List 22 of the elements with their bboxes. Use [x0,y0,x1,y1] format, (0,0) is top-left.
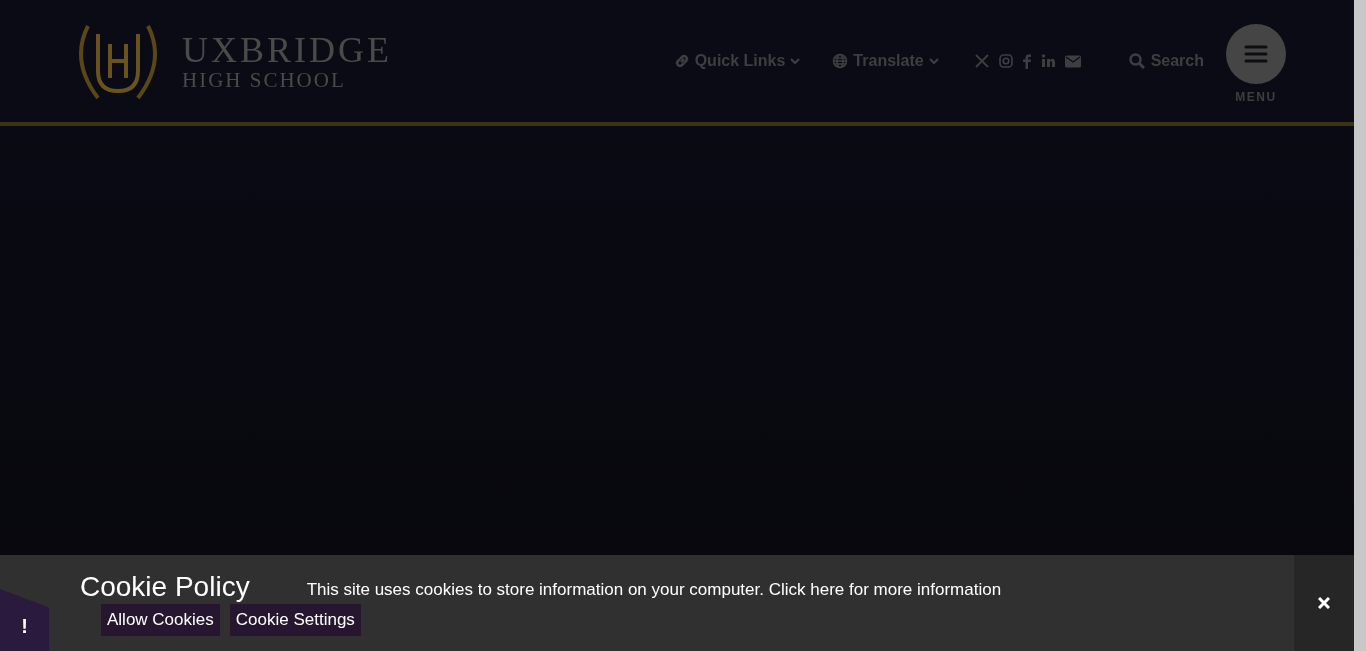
x-icon[interactable] [974,54,989,68]
envelope-icon[interactable] [1064,54,1081,68]
close-button[interactable] [1294,555,1354,651]
facebook-icon[interactable] [1022,53,1031,69]
notice-badge[interactable]: ! [0,589,49,651]
close-icon [1318,597,1330,609]
menu-icon [1244,44,1268,64]
chevron-down-icon [790,57,801,65]
cookie-button[interactable]: Allow Cookies [101,604,220,636]
search-icon [1128,53,1145,69]
scrollbar[interactable] [1354,0,1366,651]
linkedin-icon[interactable] [1040,54,1055,68]
menu-button[interactable] [1226,24,1286,84]
camera-icon[interactable] [998,54,1013,68]
school-name: UXBRIDGE [182,31,392,69]
school-subtitle: HIGH SCHOOL [182,69,347,91]
chevron-down-icon [928,57,939,65]
link-icon [673,53,690,69]
cookie-message[interactable]: This site uses cookies to store information on your computer. Click here for more information [306,577,1002,603]
cookie-button[interactable]: Cookie Settings [229,604,361,636]
globe-icon [832,53,849,69]
cookie-title: Cookie Policy [80,570,250,604]
